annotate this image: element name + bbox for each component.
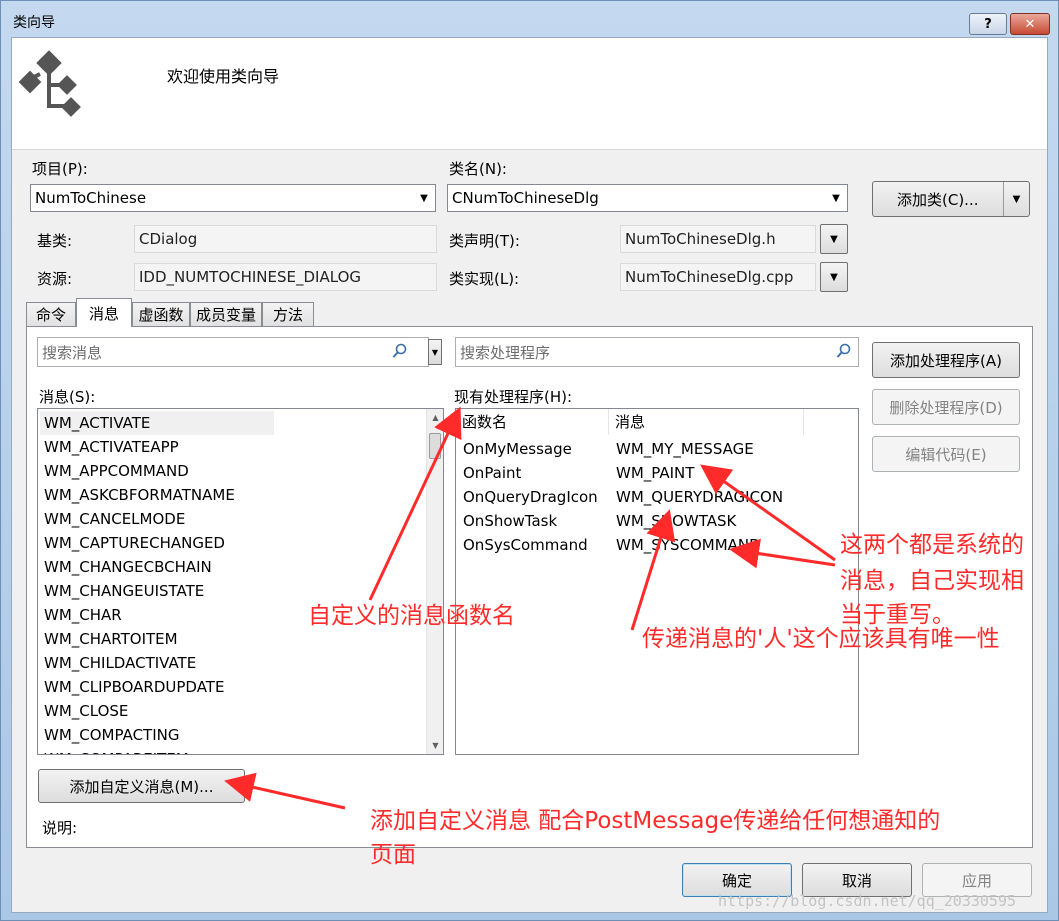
- title-bar[interactable]: 类向导 ? ✕: [1, 1, 1058, 37]
- handler-message: WM_SHOWTASK: [616, 512, 737, 530]
- chevron-down-icon: ▼: [431, 347, 439, 357]
- class-impl-dropdown[interactable]: ▼: [820, 262, 848, 292]
- column-header-function-name[interactable]: 函数名: [456, 409, 609, 435]
- handler-message: WM_QUERYDRAGICON: [616, 488, 784, 506]
- list-item[interactable]: WM_CLIPBOARDUPDATE: [44, 675, 224, 699]
- class-impl-label: 类实现(L):: [449, 270, 520, 288]
- class-decl-label: 类声明(T):: [449, 232, 520, 250]
- list-item[interactable]: WM_ACTIVATEAPP: [44, 435, 179, 459]
- chevron-down-icon[interactable]: ▼: [825, 185, 847, 211]
- delete-handler-button[interactable]: 删除处理程序(D): [872, 389, 1020, 425]
- help-button[interactable]: ?: [969, 13, 1007, 35]
- tab-member-variables[interactable]: 成员变量: [190, 302, 262, 326]
- project-combo[interactable]: NumToChinese ▼: [30, 184, 436, 212]
- edit-code-button[interactable]: 编辑代码(E): [872, 436, 1020, 472]
- tab-messages[interactable]: 消息: [76, 298, 132, 327]
- tab-virtual-functions[interactable]: 虚函数: [132, 302, 190, 326]
- annotation-add-custom-2: 页面: [370, 842, 416, 868]
- chevron-down-icon: ▼: [830, 271, 838, 283]
- chevron-down-icon[interactable]: ▼: [413, 185, 435, 211]
- tab-commands[interactable]: 命令: [26, 302, 76, 326]
- add-class-button[interactable]: 添加类(C)... ▼: [872, 181, 1030, 217]
- handler-function-name: OnQueryDragIcon: [463, 488, 598, 506]
- window-title: 类向导: [13, 15, 55, 31]
- search-options-dropdown[interactable]: ▼: [428, 339, 442, 365]
- list-item[interactable]: WM_CHANGEUISTATE: [44, 579, 204, 603]
- resource-field: IDD_NUMTOCHINESE_DIALOG: [134, 263, 437, 291]
- search-handlers-input[interactable]: 搜索处理程序: [455, 337, 859, 367]
- handler-function-name: OnSysCommand: [463, 536, 588, 554]
- list-item[interactable]: WM_APPCOMMAND: [44, 459, 189, 483]
- list-item[interactable]: WM_ACTIVATE: [40, 411, 274, 435]
- resource-label: 资源:: [37, 270, 73, 288]
- list-item[interactable]: WM_CHARTOITEM: [44, 627, 178, 651]
- search-icon[interactable]: [392, 343, 408, 359]
- wizard-banner: 欢迎使用类向导: [12, 38, 1047, 150]
- classname-label: 类名(N):: [449, 160, 507, 178]
- tab-methods[interactable]: 方法: [262, 302, 314, 326]
- search-handlers-placeholder: 搜索处理程序: [460, 343, 551, 362]
- watermark: https://blog.csdn.net/qq_20330595: [718, 892, 1017, 910]
- description-label: 说明:: [42, 819, 78, 837]
- handler-message: WM_PAINT: [616, 464, 695, 482]
- banner-title: 欢迎使用类向导: [167, 67, 280, 86]
- list-item[interactable]: WM_CLOSE: [44, 699, 128, 723]
- class-impl-value: NumToChineseDlg.cpp: [625, 268, 794, 286]
- handler-function-name: OnMyMessage: [463, 440, 572, 458]
- handlers-label: 现有处理程序(H):: [454, 388, 573, 406]
- project-value: NumToChinese: [35, 189, 147, 207]
- handler-function-name: OnShowTask: [463, 512, 558, 530]
- close-button[interactable]: ✕: [1010, 13, 1050, 35]
- list-item[interactable]: WM_CANCELMODE: [44, 507, 185, 531]
- column-header-empty: [804, 409, 858, 435]
- class-decl-field[interactable]: NumToChineseDlg.h: [620, 225, 816, 253]
- dialog-client: 欢迎使用类向导 项目(P): NumToChinese ▼ 类名(N): CNu…: [11, 37, 1048, 913]
- annotation-add-custom-1: 添加自定义消息 配合PostMessage传递给任何想通知的: [370, 808, 941, 834]
- messages-label: 消息(S):: [39, 388, 96, 406]
- annotation-system-msgs-1: 这两个都是系统的: [840, 532, 1024, 558]
- resource-value: IDD_NUMTOCHINESE_DIALOG: [139, 268, 361, 286]
- messages-scrollbar[interactable]: ▲ ▼: [426, 409, 443, 754]
- list-item[interactable]: WM_CHANGECBCHAIN: [44, 555, 212, 579]
- classname-value: CNumToChineseDlg: [452, 189, 599, 207]
- class-impl-field[interactable]: NumToChineseDlg.cpp: [620, 263, 816, 291]
- messages-list[interactable]: WM_ACTIVATE WM_ACTIVATEAPP WM_APPCOMMAND…: [37, 408, 444, 755]
- scroll-down-icon[interactable]: ▼: [427, 737, 443, 754]
- annotation-system-msgs-2: 消息，自己实现相: [840, 568, 1024, 594]
- scroll-up-icon[interactable]: ▲: [427, 409, 443, 426]
- project-label: 项目(P):: [32, 160, 88, 178]
- base-class-field: CDialog: [134, 225, 437, 253]
- class-wizard-icon: [18, 50, 81, 117]
- search-messages-placeholder: 搜索消息: [42, 343, 103, 362]
- list-item[interactable]: WM_CHILDACTIVATE: [44, 651, 196, 675]
- class-decl-value: NumToChineseDlg.h: [625, 230, 776, 248]
- list-item[interactable]: WM_CAPTURECHANGED: [44, 531, 225, 555]
- list-item[interactable]: WM_ASKCBFORMATNAME: [44, 483, 235, 507]
- chevron-down-icon: ▼: [830, 233, 838, 245]
- add-class-dropdown[interactable]: ▼: [1003, 182, 1029, 216]
- base-class-label: 基类:: [37, 232, 73, 250]
- class-wizard-window: 类向导 ? ✕ 欢迎使用类向导 项目(P): NumToChinese ▼ 类名…: [0, 0, 1059, 921]
- handler-function-name: OnPaint: [463, 464, 522, 482]
- annotation-custom-func-name: 自定义的消息函数名: [308, 603, 515, 629]
- classname-combo[interactable]: CNumToChineseDlg ▼: [447, 184, 848, 212]
- add-class-label: 添加类(C)...: [897, 190, 979, 209]
- add-custom-message-button[interactable]: 添加自定义消息(M)...: [38, 769, 245, 803]
- base-class-value: CDialog: [139, 230, 198, 248]
- column-header-message[interactable]: 消息: [609, 409, 804, 435]
- list-item[interactable]: WM_COMPACTING: [44, 723, 179, 747]
- handlers-list[interactable]: 函数名 消息 OnMyMessage WM_MY_MESSAGE OnPaint…: [455, 408, 859, 755]
- scroll-thumb[interactable]: [429, 433, 441, 459]
- search-messages-input[interactable]: 搜索消息: [37, 337, 429, 367]
- handler-message: WM_MY_MESSAGE: [616, 440, 754, 458]
- list-item[interactable]: WM_CHAR: [44, 603, 122, 627]
- class-decl-dropdown[interactable]: ▼: [820, 224, 848, 254]
- list-item[interactable]: WM_COMPAREITEM: [44, 747, 189, 754]
- handler-message: WM_SYSCOMMAND: [616, 536, 761, 554]
- annotation-unique: 传递消息的'人'这个应该具有唯一性: [642, 626, 1000, 652]
- search-icon[interactable]: [836, 343, 852, 359]
- add-handler-button[interactable]: 添加处理程序(A): [872, 342, 1020, 378]
